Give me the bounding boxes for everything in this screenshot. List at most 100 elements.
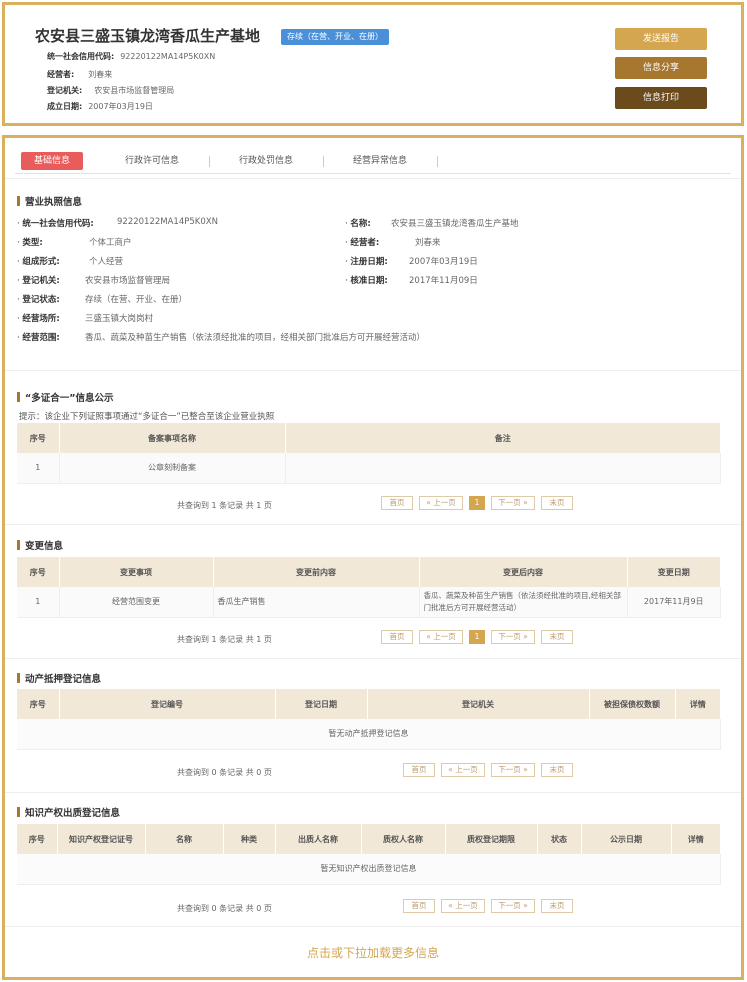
section-title-change: 变更信息 xyxy=(17,538,63,552)
pager-next-button[interactable]: 下一页 » xyxy=(491,899,535,913)
tab-admin-license[interactable]: 行政许可信息 xyxy=(111,152,193,170)
label-operator: 经营者: xyxy=(345,236,379,248)
value-address: 三盛玉镇大岗岗村 xyxy=(85,314,154,324)
pager-prev-button[interactable]: « 上一页 xyxy=(419,630,463,644)
value-register-date: 2007年03月19日 xyxy=(409,257,478,267)
multi-pager-total: 共查询到 1 条记录 共 1 页 xyxy=(177,501,272,510)
label-authority: 登记机关: xyxy=(17,274,59,286)
label-status: 登记状态: xyxy=(17,293,59,305)
col-header: 质权人名称 xyxy=(361,824,446,854)
label-type: 类型: xyxy=(17,236,42,248)
label-credit-code: 统一社会信用代码: xyxy=(17,217,93,229)
pager-prev-button[interactable]: « 上一页 xyxy=(441,899,485,913)
table-row: 1 公章刻制备案 xyxy=(17,453,721,484)
pager-last-button[interactable]: 末页 xyxy=(541,763,573,777)
movable-pager-total: 共查询到 0 条记录 共 0 页 xyxy=(177,768,272,777)
col-header: 变更日期 xyxy=(627,557,721,587)
col-header: 出质人名称 xyxy=(275,824,362,854)
section-title-multi-cert: “多证合一”信息公示 xyxy=(17,390,114,404)
load-more-link[interactable]: 点击或下拉加载更多信息 xyxy=(5,944,741,961)
tab-separator xyxy=(437,156,438,167)
header-established-date: 成立日期: 2007年03月19日 xyxy=(47,102,153,111)
col-header: 名称 xyxy=(145,824,224,854)
value-operator: 刘春来 xyxy=(415,238,441,248)
tab-bar: 基础信息 行政许可信息 行政处罚信息 经营异常信息 xyxy=(15,146,731,174)
pager-current-page[interactable]: 1 xyxy=(469,630,485,644)
col-header: 被担保债权数额 xyxy=(589,689,676,719)
main-content: 基础信息 行政许可信息 行政处罚信息 经营异常信息 营业执照信息 统一社会信用代… xyxy=(2,135,744,980)
tab-admin-penalty[interactable]: 行政处罚信息 xyxy=(225,152,307,170)
tab-abnormal-operation[interactable]: 经营异常信息 xyxy=(339,152,421,170)
col-header: 序号 xyxy=(17,824,58,854)
col-header: 登记机关 xyxy=(367,689,590,719)
label-business-scope: 经营范围: xyxy=(17,331,59,343)
tab-basic-info[interactable]: 基础信息 xyxy=(21,152,83,170)
col-header: 变更事项 xyxy=(59,557,214,587)
divider xyxy=(5,658,741,659)
pager-first-button[interactable]: 首页 xyxy=(403,763,435,777)
company-name: 农安县三盛玉镇龙湾香瓜生产基地 xyxy=(35,27,261,45)
section-title-license: 营业执照信息 xyxy=(17,194,82,208)
pager-current-page[interactable]: 1 xyxy=(469,496,485,510)
multi-cert-table: 序号 备案事项名称 备注 1 公章刻制备案 xyxy=(17,423,721,484)
col-header: 登记编号 xyxy=(59,689,276,719)
tab-separator xyxy=(323,156,324,167)
pager-first-button[interactable]: 首页 xyxy=(403,899,435,913)
pager-first-button[interactable]: 首页 xyxy=(381,630,413,644)
col-header: 详情 xyxy=(671,824,721,854)
divider xyxy=(5,926,741,927)
print-info-button[interactable]: 信息打印 xyxy=(615,87,707,109)
pager-last-button[interactable]: 末页 xyxy=(541,899,573,913)
header-operator: 经营者: 刘春来 xyxy=(47,70,113,79)
value-approval-date: 2017年11月09日 xyxy=(409,276,478,286)
label-register-date: 注册日期: xyxy=(345,255,387,267)
pager-prev-button[interactable]: « 上一页 xyxy=(441,763,485,777)
col-header: 序号 xyxy=(17,557,60,587)
col-header: 种类 xyxy=(223,824,276,854)
value-business-scope: 香瓜、蔬菜及种苗生产销售（依法须经批准的项目，经相关部门批准后方可开展经营活动） xyxy=(85,333,426,343)
pager-next-button[interactable]: 下一页 » xyxy=(491,630,535,644)
label-name: 名称: xyxy=(345,217,370,229)
section-title-movable-mortgage: 动产抵押登记信息 xyxy=(17,671,101,685)
ip-pager-total: 共查询到 0 条记录 共 0 页 xyxy=(177,904,272,913)
value-name: 农安县三盛玉镇龙湾香瓜生产基地 xyxy=(391,219,519,229)
ip-pledge-table: 序号 知识产权登记证号 名称 种类 出质人名称 质权人名称 质权登记期限 状态 … xyxy=(17,824,721,885)
value-authority: 农安县市场监督管理局 xyxy=(85,276,171,286)
table-row: 1 经营范围变更 香瓜生产销售 香瓜、蔬菜及种苗生产销售（依法须经批准的项目,经… xyxy=(17,587,721,618)
pager-last-button[interactable]: 末页 xyxy=(541,630,573,644)
value-status: 存续（在营、开业、在册） xyxy=(85,295,188,305)
pager-next-button[interactable]: 下一页 » xyxy=(491,496,535,510)
divider xyxy=(5,524,741,525)
empty-message: 暂无知识产权出质登记信息 xyxy=(17,854,721,885)
col-header: 知识产权登记证号 xyxy=(57,824,146,854)
pager-first-button[interactable]: 首页 xyxy=(381,496,413,510)
pager-last-button[interactable]: 末页 xyxy=(541,496,573,510)
col-header: 序号 xyxy=(17,423,60,453)
pager-next-button[interactable]: 下一页 » xyxy=(491,763,535,777)
change-table: 序号 变更事项 变更前内容 变更后内容 变更日期 1 经营范围变更 香瓜生产销售… xyxy=(17,557,721,618)
share-info-button[interactable]: 信息分享 xyxy=(615,57,707,79)
divider xyxy=(5,792,741,793)
send-report-button[interactable]: 发送报告 xyxy=(615,28,707,50)
tab-separator xyxy=(209,156,210,167)
label-approval-date: 核准日期: xyxy=(345,274,387,286)
empty-message: 暂无动产抵押登记信息 xyxy=(17,719,721,750)
col-header: 变更前内容 xyxy=(213,557,420,587)
multi-cert-hint: 提示：该企业下列证照事项通过“多证合一”已整合至该企业营业执照 xyxy=(19,412,275,422)
divider xyxy=(5,370,741,371)
value-credit-code: 92220122MA14P5K0XN xyxy=(117,217,218,227)
status-badge: 存续（在营、开业、在册） xyxy=(281,29,389,45)
col-header: 备案事项名称 xyxy=(59,423,286,453)
col-header: 备注 xyxy=(285,423,721,453)
divider xyxy=(5,178,741,179)
col-header: 登记日期 xyxy=(275,689,368,719)
pager-prev-button[interactable]: « 上一页 xyxy=(419,496,463,510)
movable-mortgage-table: 序号 登记编号 登记日期 登记机关 被担保债权数额 详情 暂无动产抵押登记信息 xyxy=(17,689,721,750)
col-header: 质权登记期限 xyxy=(445,824,538,854)
header-authority: 登记机关: 农安县市场监督管理局 xyxy=(47,86,175,95)
col-header: 公示日期 xyxy=(581,824,672,854)
change-pager-total: 共查询到 1 条记录 共 1 页 xyxy=(177,635,272,644)
header-credit-code: 统一社会信用代码: 92220122MA14P5K0XN xyxy=(47,52,216,61)
company-header: 农安县三盛玉镇龙湾香瓜生产基地 存续（在营、开业、在册） 统一社会信用代码: 92… xyxy=(2,2,744,126)
table-row: 暂无动产抵押登记信息 xyxy=(17,719,721,750)
